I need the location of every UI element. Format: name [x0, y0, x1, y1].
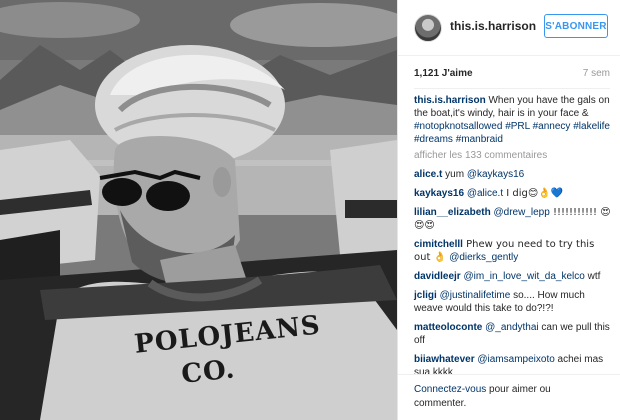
comment-mention[interactable]: @_andythai [485, 322, 539, 333]
comment: cimitchelll Phew you need to try this ou… [414, 238, 612, 264]
post-footer: Connectez-vous pour aimer ou commenter. [398, 374, 620, 420]
hashtag[interactable]: #PRL [505, 121, 530, 132]
load-more-comments[interactable]: afficher les 133 commentaires [414, 149, 612, 162]
hashtag[interactable]: #dreams [414, 134, 453, 145]
comment-text-after: I dig😊👌💙 [503, 188, 564, 199]
comment-mention[interactable]: @dierks_gently [449, 252, 518, 263]
comment-text-after: wtf [584, 271, 601, 282]
avatar[interactable] [414, 14, 442, 42]
comment: davidleejr @im_in_love_wit_da_kelco wtf [414, 270, 612, 283]
comment-author[interactable]: lilian__elizabeth [414, 207, 491, 218]
comment-text: yum [442, 169, 465, 180]
hashtag[interactable]: #notopknotsallowed [414, 121, 502, 132]
comment-author[interactable]: davidleejr [414, 271, 461, 282]
comment: matteoloconte @_andythai can we pull thi… [414, 321, 612, 347]
comment-author[interactable]: kaykays16 [414, 188, 464, 199]
post-sidebar: this.is.harrison S'ABONNER 1,121 J'aime … [398, 0, 620, 420]
comment-author[interactable]: alice.t [414, 169, 442, 180]
comments-list: this.is.harrison When you have the gals … [414, 94, 612, 385]
hashtag[interactable]: #annecy [533, 121, 571, 132]
follow-button[interactable]: S'ABONNER [544, 14, 608, 38]
comment: alice.t yum @kaykays16 [414, 168, 612, 181]
likes-count[interactable]: 1,121 J'aime [414, 68, 473, 79]
username-link[interactable]: this.is.harrison [450, 19, 536, 33]
caption-author[interactable]: this.is.harrison [414, 95, 486, 106]
comment: lilian__elizabeth @drew_lepp !!!!!!!!!!!… [414, 206, 612, 232]
login-link[interactable]: Connectez-vous [414, 384, 486, 395]
comment-mention[interactable]: @iamsampeixoto [477, 354, 554, 365]
post-header: this.is.harrison S'ABONNER [398, 0, 620, 56]
hashtag[interactable]: #manbraid [456, 134, 503, 145]
comment-mention[interactable]: @alice.t [467, 188, 503, 199]
hashtag[interactable]: #lakelife [573, 121, 610, 132]
comment-author[interactable]: matteoloconte [414, 322, 482, 333]
post-photo[interactable]: POLOJEANS CO. [0, 0, 397, 420]
comment-author[interactable]: jcligi [414, 290, 437, 301]
comment-author[interactable]: cimitchelll [414, 239, 463, 250]
post-time[interactable]: 7 sem [583, 68, 610, 79]
comment-mention[interactable]: @im_in_love_wit_da_kelco [463, 271, 584, 282]
divider [414, 88, 610, 89]
comment-mention[interactable]: @kaykays16 [467, 169, 524, 180]
comment-mention[interactable]: @justinalifetime [440, 290, 511, 301]
post-caption: this.is.harrison When you have the gals … [414, 94, 612, 146]
login-prompt: Connectez-vous pour aimer ou commenter. [414, 383, 584, 411]
comment-author[interactable]: biiawhatever [414, 354, 475, 365]
comment: kaykays16 @alice.t I dig😊👌💙 [414, 187, 612, 200]
photo-scene [0, 0, 397, 420]
comment-mention[interactable]: @drew_lepp [493, 207, 549, 218]
comment: jcligi @justinalifetime so.... How much … [414, 289, 612, 315]
likes-row: 1,121 J'aime 7 sem [414, 68, 610, 82]
